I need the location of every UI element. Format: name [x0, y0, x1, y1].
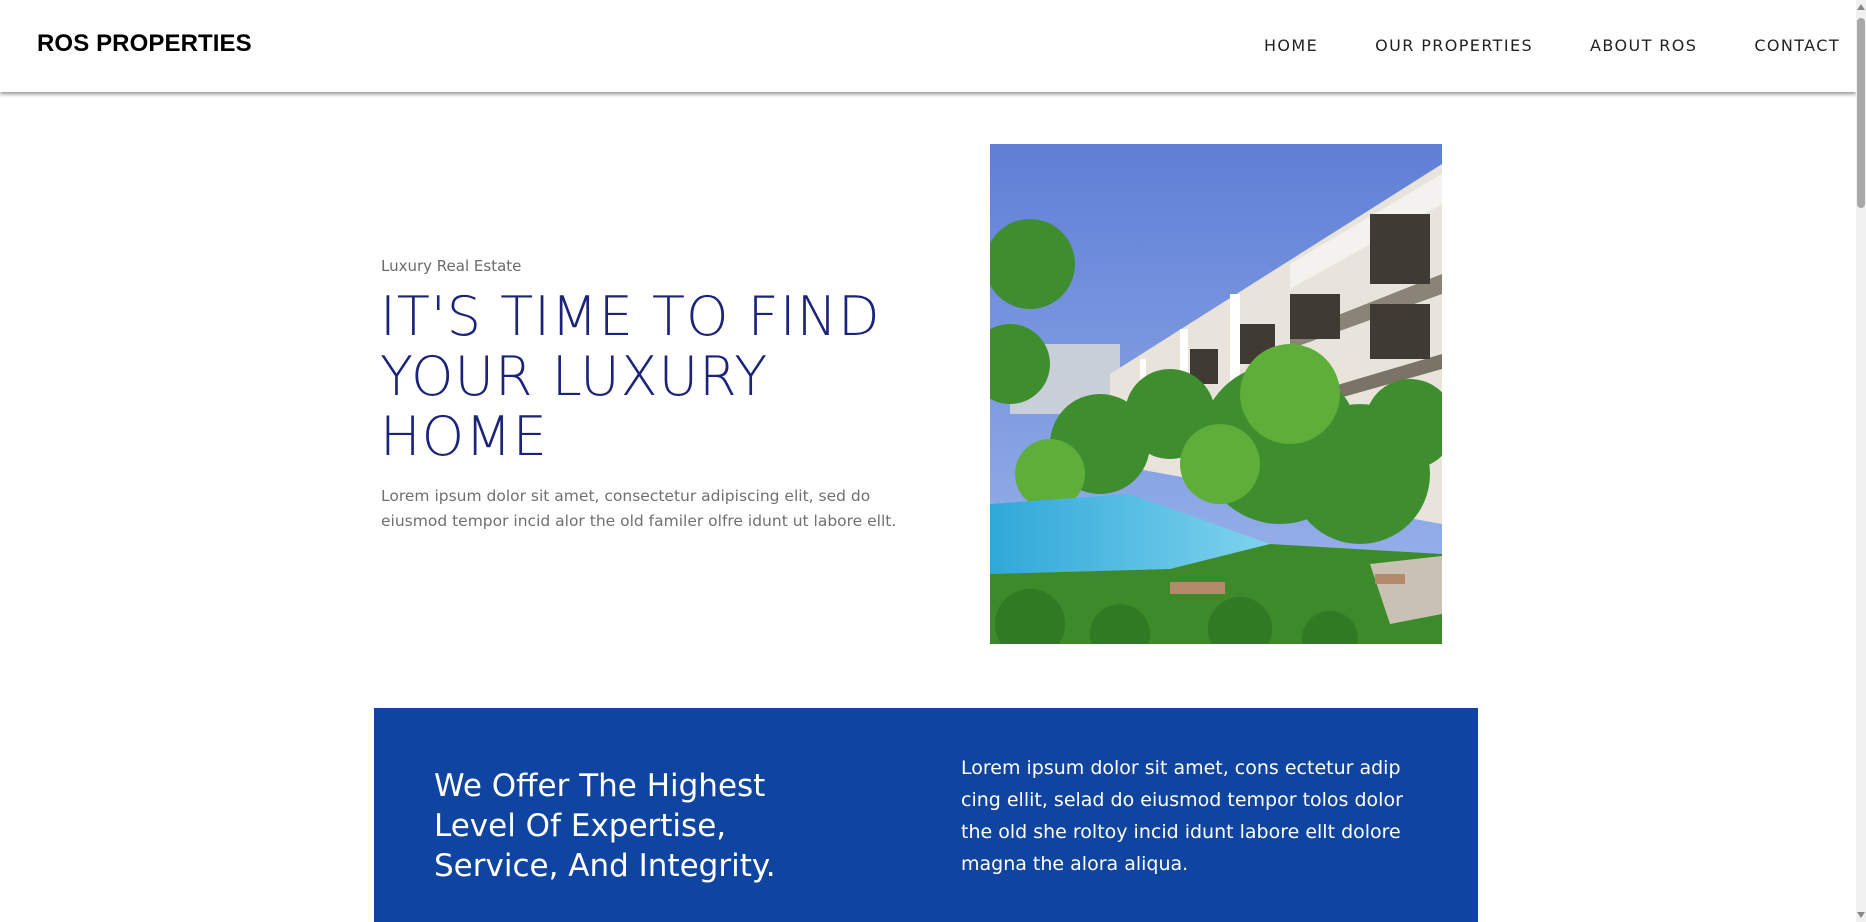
- property-photo-illustration: [990, 144, 1442, 644]
- expertise-heading: We Offer The Highest Level Of Expertise,…: [434, 766, 874, 886]
- expertise-banner: We Offer The Highest Level Of Expertise,…: [374, 708, 1478, 922]
- scroll-up-icon[interactable]: [1857, 4, 1865, 10]
- site-header: ROS PROPERTIES HOME OUR PROPERTIES ABOUT…: [0, 0, 1856, 92]
- expertise-description: Lorem ipsum dolor sit amet, cons ectetur…: [961, 752, 1441, 880]
- hero-description: Lorem ipsum dolor sit amet, consectetur …: [381, 484, 941, 534]
- hero-property-photo: [990, 144, 1442, 644]
- brand-logo-text[interactable]: ROS PROPERTIES: [37, 30, 252, 58]
- nav-about-ros[interactable]: ABOUT ROS: [1590, 36, 1697, 55]
- hero-title-line: HOME: [380, 405, 548, 468]
- hero-description-line: Lorem ipsum dolor sit amet, consectetur …: [381, 487, 871, 505]
- expertise-heading-line: We Offer The Highest: [434, 768, 766, 804]
- expertise-description-line: cing ellit, selad do eiusmod tempor tolo…: [961, 789, 1403, 811]
- expertise-description-line: Lorem ipsum dolor sit amet, cons ectetur…: [961, 757, 1401, 779]
- hero-title-line: IT'S TIME TO FIND: [380, 285, 881, 348]
- hero-description-line: eiusmod tempor incid alor the old famile…: [381, 512, 897, 530]
- expertise-heading-line: Level Of Expertise,: [434, 808, 727, 844]
- page: ROS PROPERTIES HOME OUR PROPERTIES ABOUT…: [0, 0, 1866, 922]
- scroll-down-icon[interactable]: [1857, 912, 1865, 918]
- expertise-heading-line: Service, And Integrity.: [434, 848, 776, 884]
- expertise-description-line: magna the alora aliqua.: [961, 853, 1189, 875]
- nav-contact[interactable]: CONTACT: [1754, 36, 1840, 55]
- nav-our-properties[interactable]: OUR PROPERTIES: [1375, 36, 1533, 55]
- expertise-description-line: the old she roltoy incid idunt labore el…: [961, 821, 1401, 843]
- nav-home[interactable]: HOME: [1264, 36, 1318, 55]
- scrollbar-thumb[interactable]: [1857, 18, 1865, 208]
- main-nav: HOME OUR PROPERTIES ABOUT ROS CONTACT: [1207, 36, 1840, 55]
- hero-title-line: YOUR LUXURY: [380, 345, 769, 408]
- hero-title: IT'S TIME TO FIND YOUR LUXURY HOME: [380, 287, 940, 467]
- hero-eyebrow: Luxury Real Estate: [381, 257, 522, 275]
- vertical-scrollbar[interactable]: [1856, 0, 1866, 922]
